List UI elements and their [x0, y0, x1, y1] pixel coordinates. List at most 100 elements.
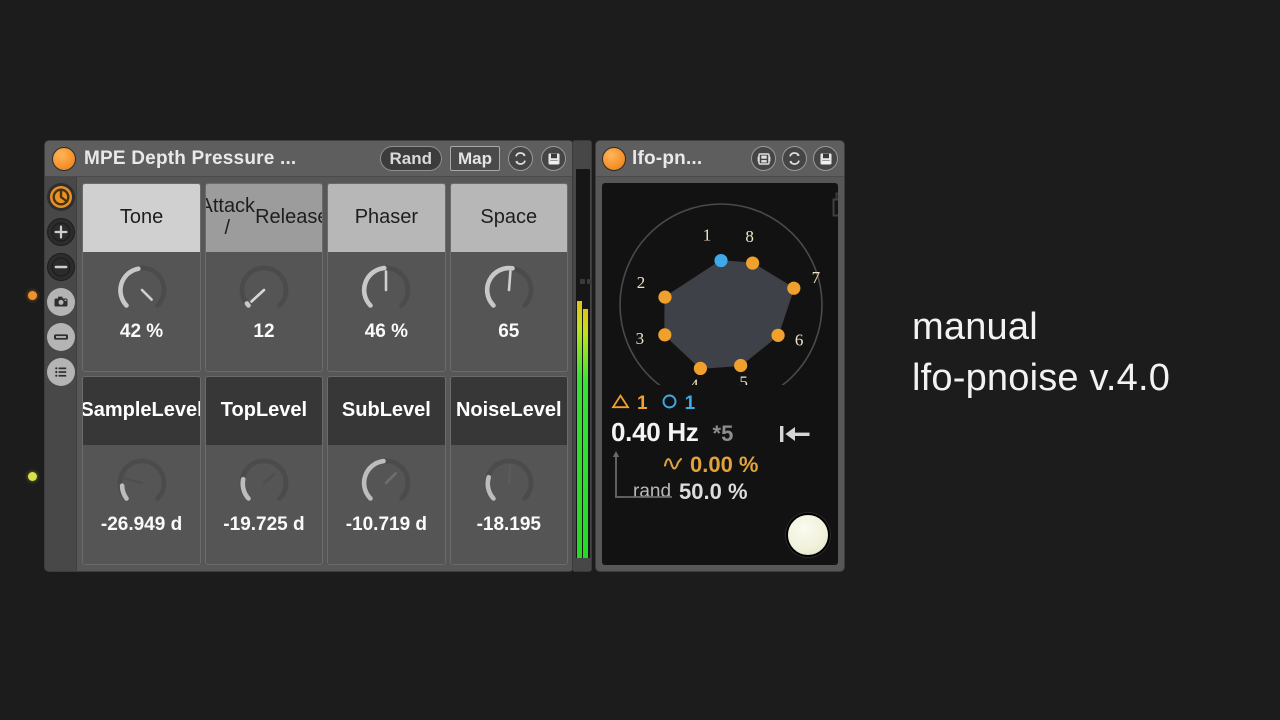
device-body: Tone 42 % Attack /Rel [45, 177, 573, 571]
param-knob-area[interactable]: -10.719 d [328, 445, 444, 564]
device-title: lfo-pn... [632, 148, 745, 170]
camera-icon[interactable] [47, 288, 75, 316]
screen-root: MPE Depth Pressure ... Rand Map [0, 0, 1280, 720]
lfo-point-8[interactable] [746, 256, 759, 269]
param-cell[interactable]: Phaser 46 % [327, 183, 445, 372]
lfo-point-label-6: 6 [795, 330, 804, 349]
device-title-bar[interactable]: lfo-pn... [596, 141, 844, 177]
hotswap-icon[interactable] [508, 146, 533, 171]
param-knob-area[interactable]: -19.725 d [206, 445, 322, 564]
rand-button[interactable]: Rand [380, 146, 443, 171]
triangle-icon[interactable] [611, 393, 630, 415]
knob-dial[interactable] [235, 454, 293, 512]
param-label[interactable]: Space [451, 184, 567, 252]
axes-decoration-icon [610, 447, 678, 506]
collapse-icon[interactable] [47, 323, 75, 351]
knob-dial[interactable] [480, 261, 538, 319]
device-title: MPE Depth Pressure ... [84, 148, 372, 170]
device-mpe-depth-pressure[interactable]: MPE Depth Pressure ... Rand Map [44, 140, 574, 572]
list-icon[interactable] [47, 358, 75, 386]
lfo-point-label-2: 2 [637, 273, 646, 292]
param-label[interactable]: SampleLevel [83, 377, 199, 445]
hotswap-icon[interactable] [782, 146, 807, 171]
knob-dial[interactable] [113, 454, 171, 512]
param-label[interactable]: SubLevel [328, 377, 444, 445]
param-label[interactable]: TopLevel [206, 377, 322, 445]
power-swirl-icon[interactable] [47, 183, 75, 211]
m4l-device-icon[interactable] [751, 146, 776, 171]
param-value: -26.949 d [101, 514, 182, 536]
output-level-meter[interactable] [572, 140, 592, 572]
device-title-bar[interactable]: MPE Depth Pressure ... Rand Map [45, 141, 573, 177]
param-value: 42 % [120, 321, 163, 343]
lfo-readouts-panel: 1 1 0.40 Hz *5 0.00 % [602, 385, 838, 565]
lfo-point-7[interactable] [787, 282, 800, 295]
plus-icon[interactable] [47, 218, 75, 246]
param-knob-area[interactable]: -26.949 d [83, 445, 199, 564]
knob-dial[interactable] [113, 261, 171, 319]
lfo-point-label-3: 3 [636, 329, 645, 348]
rack-led-orange [28, 291, 37, 300]
amount-value[interactable]: 0.00 % [690, 452, 759, 478]
device-icon-rail [45, 177, 77, 571]
device-activator-led[interactable] [602, 147, 626, 171]
lfo-point-4[interactable] [694, 362, 707, 375]
output-amount-knob[interactable] [786, 513, 830, 557]
param-knob-area[interactable]: -18.195 [451, 445, 567, 564]
param-cell[interactable]: Attack /Release 12 [205, 183, 323, 372]
param-cell[interactable]: SubLevel -10.719 d [327, 376, 445, 565]
param-knob-area[interactable]: 65 [451, 252, 567, 371]
param-cell[interactable]: Space 65 [450, 183, 568, 372]
meter-fill-left [577, 301, 582, 558]
param-cell[interactable]: TopLevel -19.725 d [205, 376, 323, 565]
shape-selector-row[interactable]: 1 1 [611, 393, 829, 415]
lfo-polar-svg[interactable]: 12345678 [602, 183, 838, 409]
multiplier-value[interactable]: *5 [713, 421, 734, 447]
knob-dial[interactable] [357, 261, 415, 319]
param-value: 65 [498, 321, 519, 343]
param-value: -19.725 d [223, 514, 304, 536]
param-value: 46 % [365, 321, 408, 343]
param-label[interactable]: Tone [83, 184, 199, 252]
knob-dial[interactable] [357, 454, 415, 512]
knob-dial[interactable] [235, 261, 293, 319]
param-knob-area[interactable]: 12 [206, 252, 322, 371]
save-icon[interactable] [813, 146, 838, 171]
caption-line-1: manual [912, 302, 1170, 353]
minus-icon[interactable] [47, 253, 75, 281]
param-label[interactable]: Phaser [328, 184, 444, 252]
lfo-polar-display[interactable]: 12345678 [602, 183, 838, 409]
caption-line-2: lfo-pnoise v.4.0 [912, 353, 1170, 404]
frequency-value[interactable]: 0.40 Hz [611, 417, 699, 448]
circle-icon[interactable] [661, 393, 678, 415]
device-activator-led[interactable] [52, 147, 76, 171]
curve-index[interactable]: 1 [685, 393, 696, 415]
lfo-point-3[interactable] [658, 328, 671, 341]
param-cell[interactable]: SampleLevel -26.949 d [82, 376, 200, 565]
shape-index[interactable]: 1 [637, 393, 648, 415]
parameter-grid: Tone 42 % Attack /Rel [77, 177, 573, 571]
reset-to-start-icon[interactable] [778, 423, 812, 450]
lfo-point-label-1: 1 [703, 226, 712, 245]
lfo-point-2[interactable] [658, 291, 671, 304]
device-lfo-pnoise[interactable]: lfo-pn... [595, 140, 845, 572]
rack-led-yellow [28, 472, 37, 481]
save-icon[interactable] [541, 146, 566, 171]
lfo-point-5[interactable] [734, 359, 747, 372]
rand-value[interactable]: 50.0 % [679, 479, 748, 505]
meter-track [576, 169, 590, 558]
param-cell[interactable]: Tone 42 % [82, 183, 200, 372]
map-button[interactable]: Map [450, 146, 500, 171]
meter-peak-dots [580, 279, 592, 284]
param-knob-area[interactable]: 42 % [83, 252, 199, 371]
lfo-point-label-7: 7 [812, 268, 821, 287]
param-cell[interactable]: NoiseLevel -18.195 [450, 376, 568, 565]
param-value: -10.719 d [346, 514, 427, 536]
lfo-point-6[interactable] [771, 329, 784, 342]
lfo-point-1[interactable] [714, 254, 727, 267]
knob-dial[interactable] [480, 454, 538, 512]
param-knob-area[interactable]: 46 % [328, 252, 444, 371]
param-label[interactable]: Attack /Release [206, 184, 322, 252]
param-value: -18.195 [477, 514, 541, 536]
param-label[interactable]: NoiseLevel [451, 377, 567, 445]
